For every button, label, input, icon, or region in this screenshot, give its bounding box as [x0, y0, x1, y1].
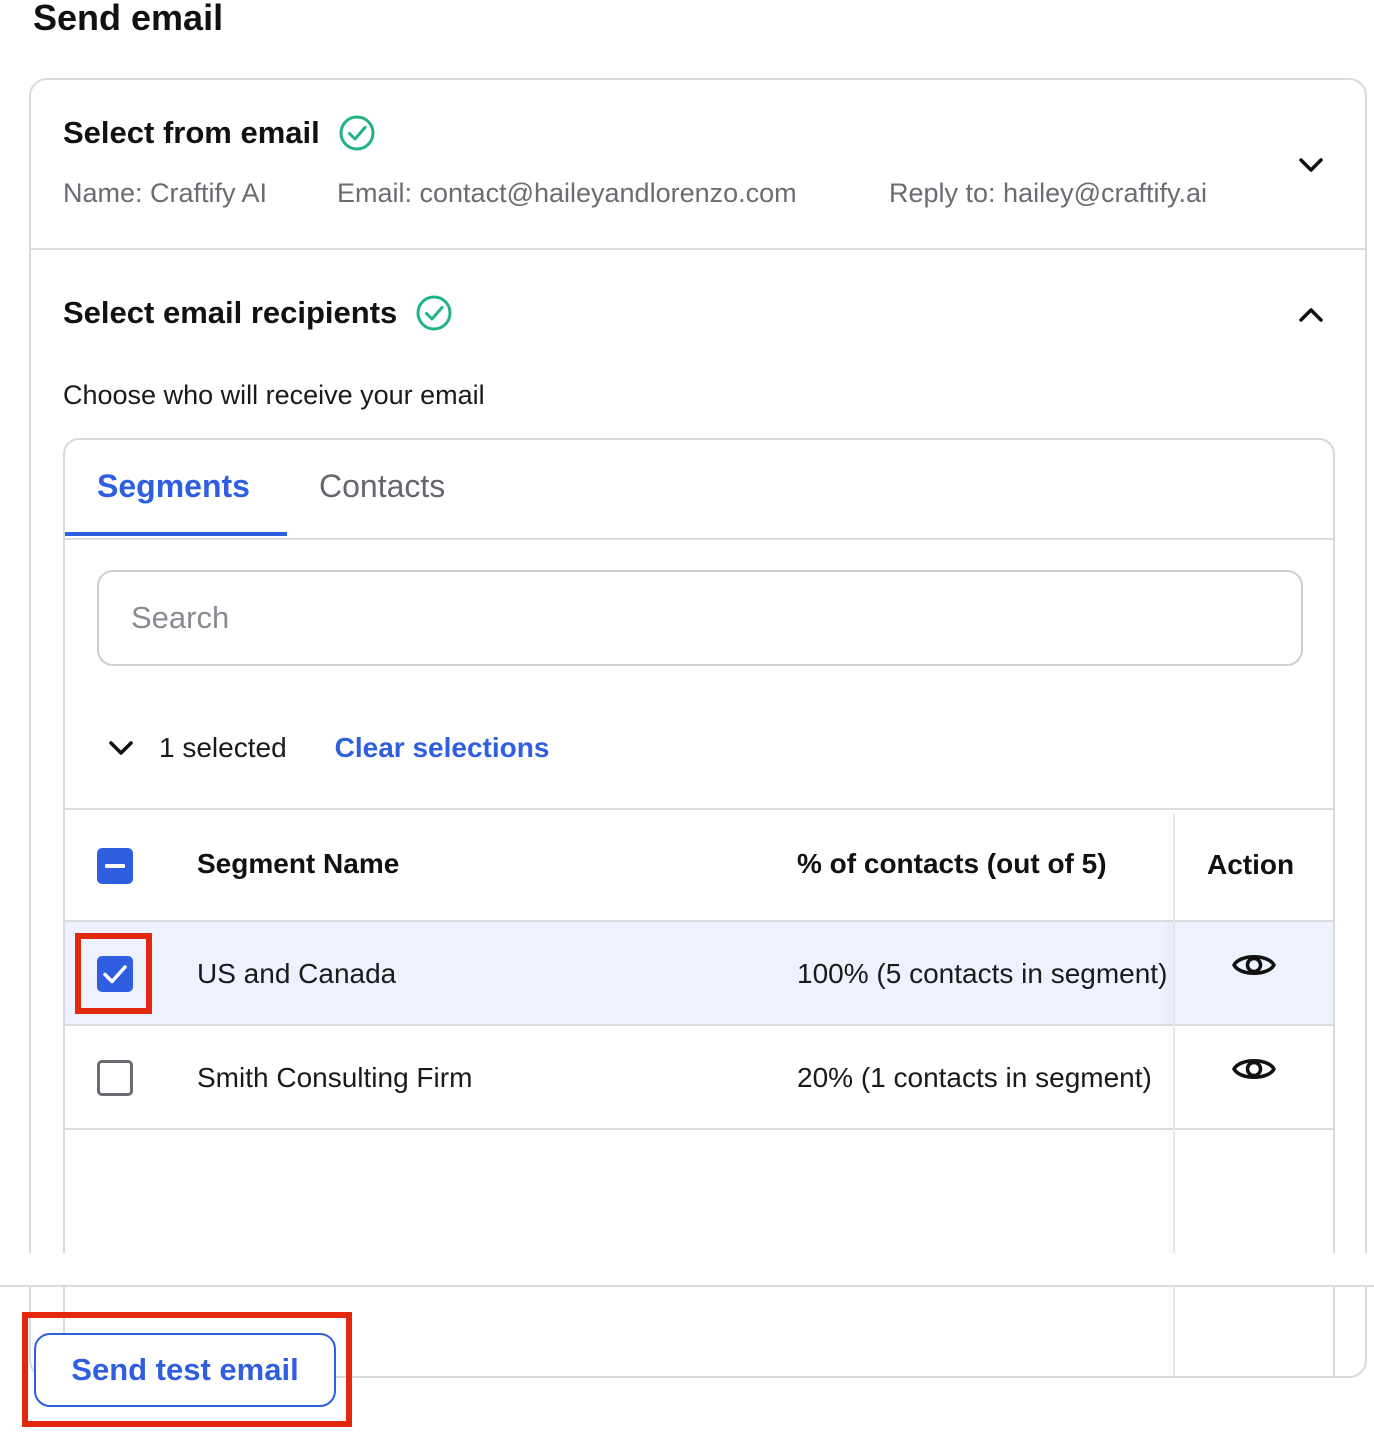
- segment-percent: 100% (5 contacts in segment): [797, 958, 1168, 989]
- selected-count: 1 selected: [159, 732, 287, 763]
- header-action: Action: [1207, 849, 1295, 880]
- send-email-panel: Select from email Name: Craftify AI Emai…: [29, 78, 1367, 1378]
- chevron-down-icon[interactable]: [1296, 150, 1326, 180]
- recipient-tabs: Segments Contacts: [65, 440, 1333, 540]
- clear-selections-link[interactable]: Clear selections: [335, 732, 550, 764]
- chevron-down-icon[interactable]: [107, 734, 135, 762]
- page-title: Send email: [33, 0, 224, 38]
- recipients-heading[interactable]: Select email recipients: [63, 294, 453, 332]
- search-input[interactable]: [97, 570, 1303, 666]
- header-segment-name[interactable]: Segment Name: [197, 848, 399, 880]
- check-circle-icon: [416, 295, 452, 331]
- recipients-subtitle: Choose who will receive your email: [63, 380, 485, 410]
- chevron-up-icon[interactable]: [1296, 300, 1326, 330]
- from-email-heading: Select from email: [63, 114, 376, 152]
- footer-divider: [0, 1285, 1374, 1287]
- checkbox-indeterminate-icon[interactable]: [97, 848, 133, 884]
- segment-name: Smith Consulting Firm: [197, 1062, 473, 1093]
- section-divider: [31, 248, 1365, 250]
- from-email-details: Name: Craftify AI Email: contact@haileya…: [63, 178, 1207, 209]
- highlight-box: [75, 933, 152, 1014]
- active-tab-indicator: [65, 532, 287, 536]
- recipients-box: Segments Contacts 1 selected Clear selec…: [63, 438, 1335, 1376]
- from-email-title: Select from email: [63, 115, 320, 150]
- tab-contacts[interactable]: Contacts: [319, 468, 445, 505]
- eye-icon[interactable]: [1231, 948, 1277, 982]
- segment-percent: 20% (1 contacts in segment): [797, 1062, 1152, 1093]
- action-column-divider: [1173, 814, 1175, 1376]
- reply-to: Reply to: hailey@craftify.ai: [889, 178, 1208, 208]
- eye-icon[interactable]: [1231, 1052, 1277, 1086]
- row-divider: [65, 1024, 1333, 1026]
- row-divider: [65, 1128, 1333, 1130]
- from-name: Name: Craftify AI: [63, 178, 268, 208]
- recipients-title: Select email recipients: [63, 295, 398, 330]
- footer-background: [0, 1253, 1374, 1287]
- from-address: Email: contact@haileyandlorenzo.com: [337, 178, 797, 208]
- segment-name: US and Canada: [197, 958, 397, 989]
- selection-bar: 1 selected Clear selections: [107, 728, 549, 768]
- checkbox-empty-icon[interactable]: [97, 1060, 133, 1096]
- tab-segments[interactable]: Segments: [97, 468, 250, 505]
- check-circle-icon: [339, 115, 375, 151]
- header-percent[interactable]: % of contacts (out of 5): [797, 848, 1107, 880]
- table-top-border: [65, 808, 1333, 810]
- highlight-box: [22, 1312, 352, 1427]
